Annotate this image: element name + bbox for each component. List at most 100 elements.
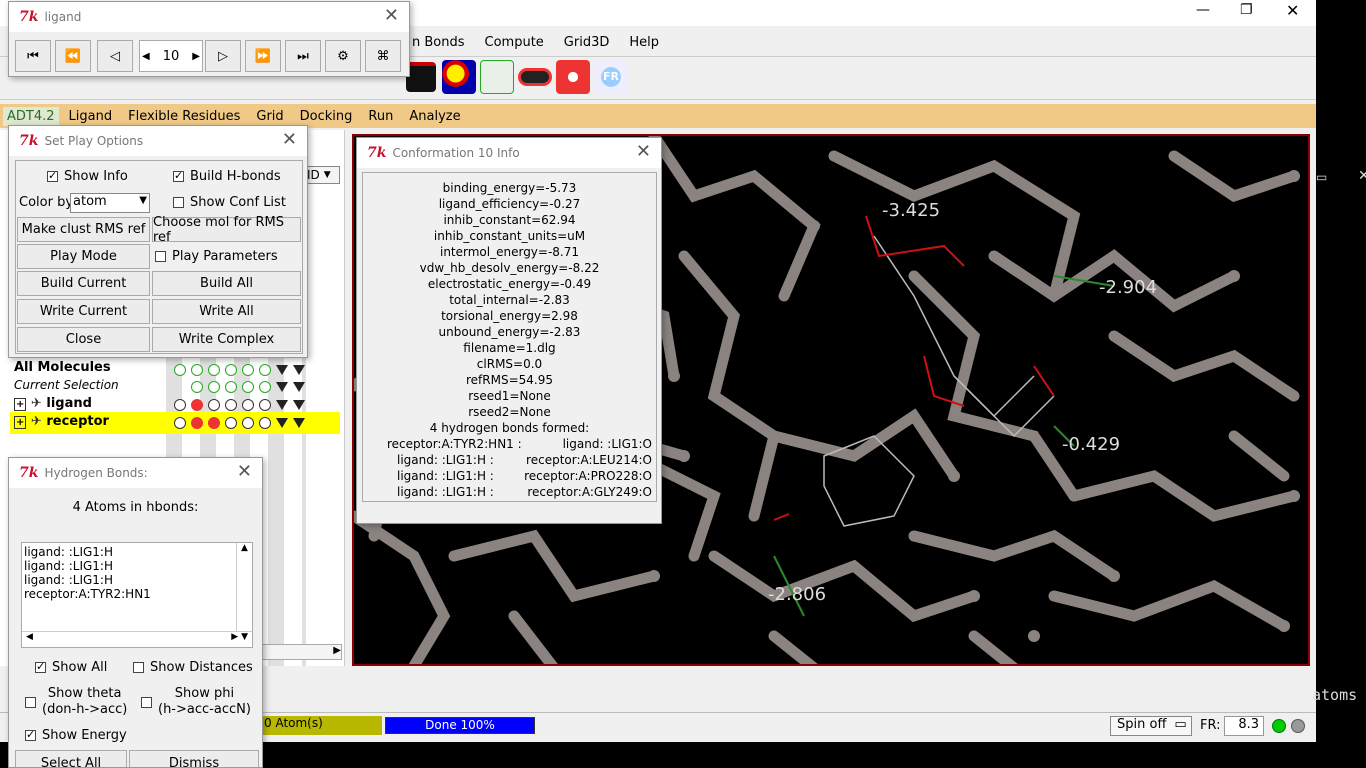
write-all-button[interactable]: Write All [152,299,301,324]
show-theta-checkbox[interactable]: Show theta (don-h->acc) [25,686,127,718]
list-item[interactable]: receptor:A:TYR2:HN1 [24,587,250,601]
menu-compute[interactable]: Compute [485,35,544,50]
gray-light-icon[interactable] [1291,719,1305,733]
close-icon[interactable]: ✕ [282,131,297,149]
select-all-button[interactable]: Select All [15,750,127,767]
display-icon[interactable] [406,62,436,92]
close-button[interactable]: ✕ [1286,1,1299,20]
show-energy-checkbox[interactable]: Show Energy [25,728,127,743]
step-forward-icon[interactable]: ▶ [192,51,200,62]
menu-run[interactable]: Run [368,109,393,124]
color-by-dropdown[interactable]: atom ▼ [70,193,150,213]
hbonds-list[interactable]: ligand: :LIG1:H ligand: :LIG1:H ligand: … [21,542,253,648]
list-item[interactable]: ligand: :LIG1:H [24,545,250,559]
background-window-button: ▭ [1316,170,1328,184]
red-shape-icon[interactable] [556,60,590,94]
row-circles-ligand[interactable] [174,397,310,412]
menu-analyze[interactable]: Analyze [409,109,460,124]
maximize-button[interactable]: ❐ [1240,2,1253,18]
step-back-icon[interactable]: ◀ [142,51,150,62]
conformation-info-window: 7k Conformation 10 Info ✕ binding_energy=-… [356,137,662,524]
hbond-label-4: -2.806 [768,584,826,605]
rewind-button[interactable]: ⏪ [55,40,91,72]
conf-info-body: binding_energy=-5.73 ligand_efficiency=-… [362,172,657,502]
first-frame-button[interactable]: ⏮ [15,40,51,72]
unbound-energy: unbound_energy=-2.83 [438,325,581,339]
hbonds-formed: 4 hydrogen bonds formed: [429,421,590,435]
settings-button[interactable]: ⚙ [325,40,361,72]
minimize-button[interactable]: — [1196,2,1210,18]
fr-label: FR: [1200,718,1221,733]
make-clust-rms-ref-button[interactable]: Make clust RMS ref [17,217,150,242]
intermol-energy: intermol_energy=-8.71 [439,245,580,259]
row-circles-2[interactable] [174,379,310,394]
fast-forward-button[interactable]: ⏩ [245,40,281,72]
menu-flexible-residues[interactable]: Flexible Residues [128,109,240,124]
choose-mol-rms-ref-button[interactable]: Choose mol for RMS ref [152,215,301,245]
menu-ligand[interactable]: Ligand [69,109,113,124]
show-phi-checkbox[interactable]: Show phi (h->acc-accN) [141,686,251,718]
frame-spinbox[interactable]: ◀ 10 ▶ [139,40,203,72]
stereo-glasses-icon[interactable] [518,68,552,86]
horizontal-scrollbar[interactable]: ▶ [262,644,342,660]
write-complex-button[interactable]: Write Complex [152,327,301,352]
shapes-icon[interactable] [442,60,476,94]
spin-dropdown[interactable]: Spin off ▭ [1110,716,1192,736]
green-light-icon[interactable] [1272,719,1286,733]
all-molecules-row[interactable]: All Molecules [14,360,111,375]
list-item[interactable]: ligand: :LIG1:H [24,573,250,587]
close-icon[interactable]: ✕ [384,7,399,25]
play-mode-button[interactable]: Play Mode [17,244,150,269]
tk-logo-icon: 7k [19,9,39,25]
hbond-label-3: -0.429 [1062,434,1120,455]
id-dropdown[interactable]: ID ▼ [306,166,340,184]
menu-grid[interactable]: Grid [256,109,283,124]
ligand-player-window: 7k ligand ✕ ⏮ ⏪ ◁ ◀ 10 ▶ ▷ ⏩ ⏭ ⚙ ⌘ [8,1,410,77]
adt-tab[interactable]: ADT4.2 [3,106,59,126]
menu-docking[interactable]: Docking [300,109,353,124]
expand-icon[interactable]: + [14,416,27,429]
inhib-constant: inhib_constant=62.94 [443,213,576,227]
show-distances-checkbox[interactable]: Show Distances [133,660,253,675]
ligand-row[interactable]: + ✈ ligand [14,396,92,411]
play-reverse-button[interactable]: ◁ [97,40,133,72]
close-icon[interactable]: ✕ [237,463,252,481]
close-icon[interactable]: ✕ [636,143,651,161]
show-info-checkbox[interactable]: Show Info [47,169,128,184]
close-button[interactable]: Close [17,327,150,352]
grid-icon[interactable] [480,60,514,94]
menu-bonds[interactable]: n Bonds [412,35,465,50]
fr-icon[interactable]: FR [594,60,628,94]
background-terminal-text: atoms [1312,686,1358,704]
vertical-scrollbar[interactable]: ▲ [236,543,252,631]
set-play-options-window: 7kSet Play Options✕ Show Info Build H-bo… [8,125,308,358]
write-current-button[interactable]: Write Current [17,299,150,324]
cl-rms: clRMS=0.0 [476,357,543,371]
dropdown-indicator-icon: ▭ [1174,717,1187,732]
expand-icon[interactable]: + [14,398,27,411]
inhib-constant-units: inhib_constant_units=uM [433,229,586,243]
background-close-icon: ✕ [1358,168,1366,184]
build-hbonds-checkbox[interactable]: Build H-bonds [173,169,281,184]
play-parameters-checkbox[interactable]: Play Parameters [155,249,278,264]
play-button[interactable]: ▷ [205,40,241,72]
hydrogen-bonds-window: 7k Hydrogen Bonds: ✕ 4 Atoms in hbonds: li… [8,457,263,768]
hbonds-title: 7k Hydrogen Bonds: ✕ [9,458,262,488]
build-all-button[interactable]: Build All [152,271,301,296]
last-frame-button[interactable]: ⏭ [285,40,321,72]
menu-help[interactable]: Help [629,35,659,50]
hbonds-header: 4 Atoms in hbonds: [72,500,199,515]
current-selection-row[interactable]: Current Selection [14,378,119,392]
list-item[interactable]: ligand: :LIG1:H [24,559,250,573]
show-conf-list-checkbox[interactable]: Show Conf List [173,195,286,210]
horizontal-scrollbar[interactable]: ◀ ▶ ▼ [22,631,252,647]
molecule-icon: ✈ [30,396,42,411]
command-button[interactable]: ⌘ [365,40,401,72]
row-circles-1[interactable] [174,362,310,377]
menu-grid3d[interactable]: Grid3D [564,35,610,50]
dismiss-button[interactable]: Dismiss [129,750,259,767]
rseed1: rseed1=None [468,389,551,403]
build-current-button[interactable]: Build Current [17,271,150,296]
row-circles-receptor[interactable] [174,415,310,430]
show-all-checkbox[interactable]: Show All [35,660,107,675]
